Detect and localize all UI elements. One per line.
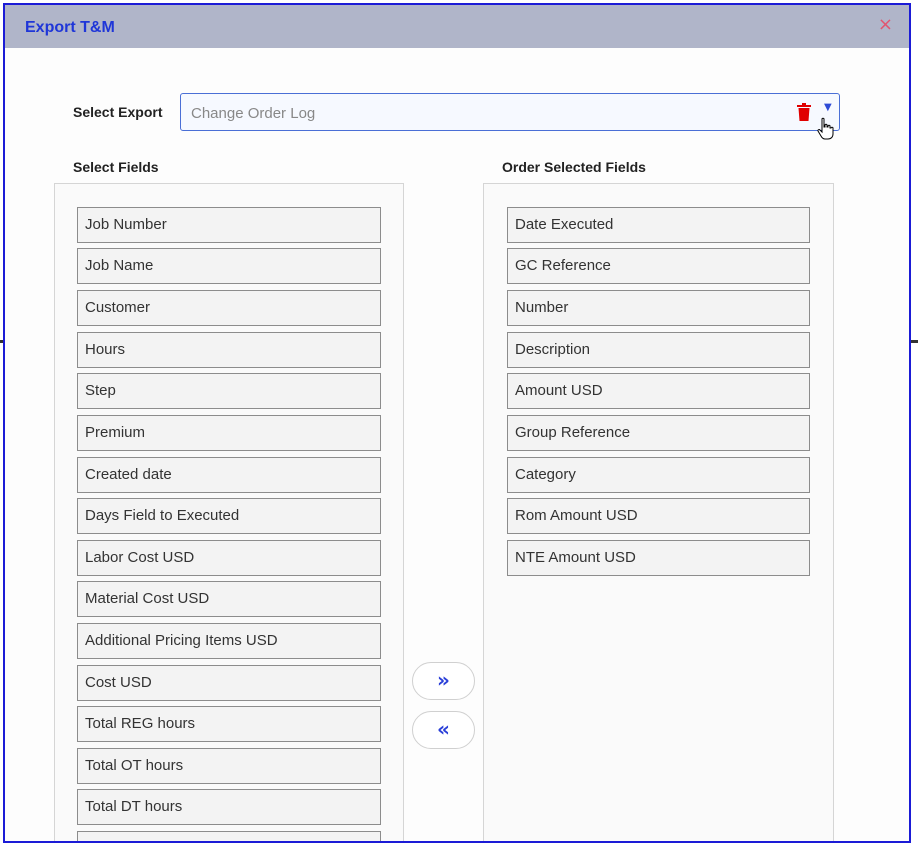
trash-icon[interactable] (796, 103, 812, 121)
list-item[interactable]: Hours (77, 332, 381, 368)
list-item[interactable]: Amount USD (507, 373, 810, 409)
list-item[interactable]: Job Name (77, 248, 381, 284)
select-export-value: Change Order Log (191, 105, 316, 122)
select-fields-label: Select Fields (73, 159, 159, 175)
order-selected-fields-label: Order Selected Fields (502, 159, 646, 175)
list-item[interactable]: Customer (77, 290, 381, 326)
selected-fields-panel: Date Executed GC Reference Number Descri… (483, 183, 834, 841)
list-item[interactable]: Date Executed (507, 207, 810, 243)
list-item[interactable]: Created date (77, 457, 381, 493)
list-item[interactable]: Total Cost (77, 831, 381, 841)
double-chevron-right-icon: » (437, 668, 450, 692)
list-item[interactable]: Cost USD (77, 665, 381, 701)
list-item[interactable]: Job Number (77, 207, 381, 243)
list-item[interactable]: Category (507, 457, 810, 493)
remove-all-button[interactable]: « (412, 711, 475, 749)
list-item[interactable]: Material Cost USD (77, 581, 381, 617)
list-item[interactable]: Additional Pricing Items USD (77, 623, 381, 659)
available-fields-panel: Job Number Job Name Customer Hours Step … (54, 183, 404, 841)
add-all-button[interactable]: » (412, 662, 475, 700)
list-item[interactable]: Total OT hours (77, 748, 381, 784)
list-item[interactable]: Step (77, 373, 381, 409)
list-item[interactable]: Number (507, 290, 810, 326)
list-item[interactable]: Labor Cost USD (77, 540, 381, 576)
list-item[interactable]: Group Reference (507, 415, 810, 451)
caret-down-icon[interactable]: ▼ (824, 102, 832, 113)
select-export-dropdown[interactable]: Change Order Log ▼ (180, 93, 840, 131)
double-chevron-left-icon: « (437, 717, 450, 741)
list-item[interactable]: Premium (77, 415, 381, 451)
list-item[interactable]: GC Reference (507, 248, 810, 284)
select-export-label: Select Export (73, 104, 163, 120)
list-item[interactable]: Total REG hours (77, 706, 381, 742)
dialog-titlebar: Export T&M × (5, 5, 909, 48)
list-item[interactable]: NTE Amount USD (507, 540, 810, 576)
list-item[interactable]: Total DT hours (77, 789, 381, 825)
dialog-title: Export T&M (25, 19, 115, 36)
list-item[interactable]: Days Field to Executed (77, 498, 381, 534)
hand-cursor-icon (817, 117, 834, 140)
list-item[interactable]: Rom Amount USD (507, 498, 810, 534)
close-button[interactable]: × (878, 16, 893, 34)
export-dialog: Export T&M × Select Export Change Order … (3, 3, 911, 843)
list-item[interactable]: Description (507, 332, 810, 368)
